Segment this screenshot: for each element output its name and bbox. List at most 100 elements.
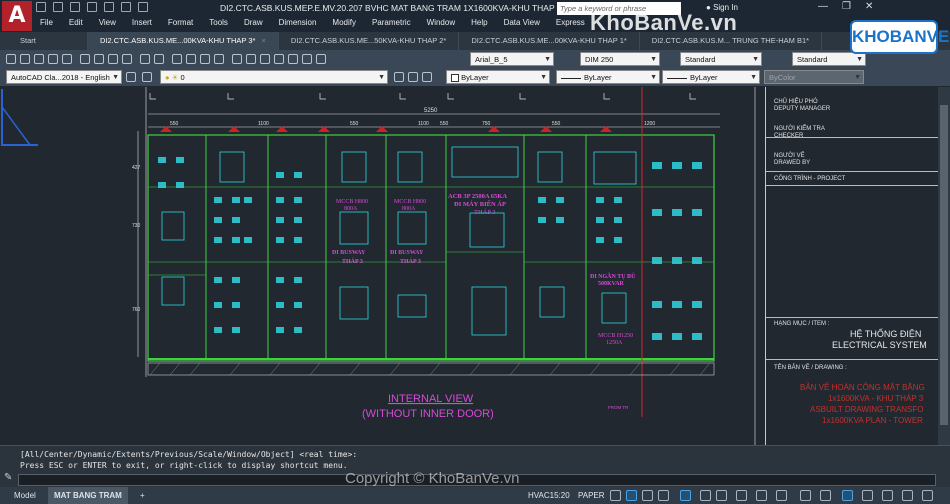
label-busway: ĐI BUSWAY [390,250,424,256]
menu-data-view[interactable]: Data View [496,18,548,30]
undo-icon[interactable] [140,54,150,64]
menu-parametric[interactable]: Parametric [364,18,419,30]
plotstyle-select[interactable]: ByColor ▼ [764,70,864,84]
space-toggle[interactable]: PAPER [578,487,605,504]
menu-view[interactable]: View [91,18,124,30]
ortho-icon[interactable] [642,490,653,501]
properties-icon[interactable] [232,54,242,64]
hatch-line [629,362,641,376]
text-style-select[interactable]: Arial_B_5 ▼ [470,52,554,66]
add-layout-button[interactable]: + [134,487,151,504]
design-center-icon[interactable] [246,54,256,64]
annotation-monitor-icon[interactable] [820,490,831,501]
close-tab-icon[interactable]: × [261,36,265,45]
layer-previous-icon[interactable] [408,72,418,82]
make-current-layer-icon[interactable] [394,72,404,82]
color-select[interactable]: ByLayer ▼ [446,70,550,84]
workspace-settings-icon[interactable] [126,72,136,82]
otrack-icon[interactable] [700,490,711,501]
new-icon[interactable] [36,2,46,12]
pan-icon[interactable] [172,54,182,64]
paste-icon[interactable] [108,54,118,64]
tab-khu-thap-3[interactable]: DI2.CTC.ASB.KUS.ME...00KVA-KHU THAP 3* × [88,32,279,50]
layer-properties-icon[interactable] [142,72,152,82]
customize-wrench-icon[interactable]: ✎ [4,472,12,483]
save-as-icon[interactable] [87,2,97,12]
tab-layout[interactable]: MAT BANG TRAM [48,487,128,504]
breaker [692,333,702,340]
autocad-logo[interactable]: A [2,1,32,31]
calculator-icon[interactable] [302,54,312,64]
menu-express[interactable]: Express [548,18,593,30]
restore-icon[interactable]: ❐ [842,1,851,12]
tab-label: DI2.CTC.ASB.KUS.M... TRUNG THE-HAM B1* [651,36,810,45]
open-icon[interactable] [20,54,30,64]
workspace-icon[interactable] [800,490,811,501]
layer-select[interactable]: ● ☀ 0 ▼ [160,70,388,84]
menu-draw[interactable]: Draw [236,18,271,30]
markup-icon[interactable] [288,54,298,64]
device [539,286,565,318]
clean-screen-icon[interactable] [902,490,913,501]
zoom-previous-icon[interactable] [214,54,224,64]
tool-palettes-icon[interactable] [260,54,270,64]
save-icon[interactable] [34,54,44,64]
quick-properties-icon[interactable] [862,490,873,501]
zoom-realtime-icon[interactable] [186,54,196,64]
grid-icon[interactable] [610,490,621,501]
menu-modify[interactable]: Modify [324,18,364,30]
annotation-scale[interactable]: HVAC15:20 [528,487,570,504]
lineweight-icon[interactable] [716,490,727,501]
menu-edit[interactable]: Edit [61,18,91,30]
help-icon[interactable] [316,54,326,64]
menu-window[interactable]: Window [419,18,463,30]
close-icon[interactable]: ✕ [865,1,873,12]
open-icon[interactable] [53,2,63,12]
tab-khu-thap-2[interactable]: DI2.CTC.ASB.KUS.ME...50KVA-KHU THAP 2* [279,32,460,50]
save-icon[interactable] [70,2,80,12]
mleader-style-select[interactable]: Standard ▼ [792,52,866,66]
tab-start[interactable]: Start [0,32,88,50]
tab-model[interactable]: Model [8,487,42,504]
layer-state-icon[interactable] [422,72,432,82]
drawing-canvas[interactable]: 5250 550 1100 550 1100 550 750 550 1200 … [0,87,950,445]
lineweight-select[interactable]: ByLayer ▼ [662,70,760,84]
redo-icon[interactable] [154,54,164,64]
osnap-icon[interactable] [680,490,691,501]
isolate-objects-icon[interactable] [882,490,893,501]
menu-tools[interactable]: Tools [201,18,236,30]
menu-dimension[interactable]: Dimension [271,18,325,30]
menu-insert[interactable]: Insert [124,18,160,30]
menu-format[interactable]: Format [160,18,201,30]
plot-icon[interactable] [104,2,114,12]
print-icon[interactable] [48,54,58,64]
polar-icon[interactable] [658,490,669,501]
match-properties-icon[interactable] [122,54,132,64]
workspace-select[interactable]: AutoCAD Cla...2018 - English ▼ [6,70,122,84]
menu-help[interactable]: Help [463,18,495,30]
label-tower: THÁP 3 [342,257,363,265]
cut-icon[interactable] [80,54,90,64]
scrollbar-thumb[interactable] [940,105,948,425]
dim-style-select[interactable]: DIM 250 ▼ [580,52,660,66]
sheet-set-icon[interactable] [274,54,284,64]
redo-icon[interactable] [138,2,148,12]
menu-file[interactable]: File [32,18,61,30]
breaker [652,301,662,308]
preview-icon[interactable] [62,54,72,64]
zoom-window-icon[interactable] [200,54,210,64]
customization-icon[interactable] [922,490,933,501]
device [397,211,427,245]
copy-icon[interactable] [94,54,104,64]
vertical-scrollbar[interactable] [938,87,950,445]
minimize-icon[interactable]: — [818,1,828,12]
snap-icon[interactable] [626,490,637,501]
table-style-select[interactable]: Standard ▼ [680,52,762,66]
selection-cycling-icon[interactable] [756,490,767,501]
annotation-visibility-icon[interactable] [776,490,787,501]
transparency-icon[interactable] [736,490,747,501]
undo-icon[interactable] [121,2,131,12]
linetype-select[interactable]: ByLayer ▼ [556,70,660,84]
new-icon[interactable] [6,54,16,64]
units-icon[interactable] [842,490,853,501]
